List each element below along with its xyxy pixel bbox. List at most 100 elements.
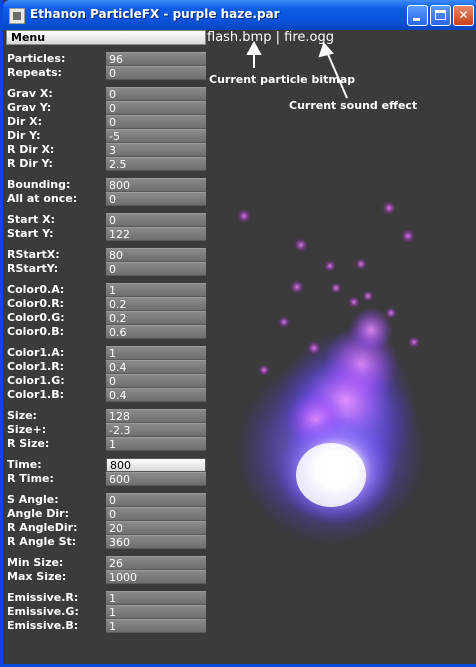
param-label: Min Size:: [7, 556, 64, 569]
param-value-field[interactable]: 80: [106, 248, 206, 262]
param-value-field[interactable]: 600: [106, 472, 206, 486]
app-window: Ethanon ParticleFX - purple haze.par ✕ f…: [0, 0, 476, 667]
close-button[interactable]: ✕: [453, 5, 474, 26]
param-value-field[interactable]: 0.2: [106, 297, 206, 311]
param-value-field[interactable]: 800: [106, 458, 206, 472]
param-value-field[interactable]: 1000: [106, 570, 206, 584]
param-row: All at once: 0: [6, 192, 206, 206]
param-label: Color0.G:: [7, 311, 65, 324]
param-value-field[interactable]: 1: [106, 605, 206, 619]
param-value-field[interactable]: 0: [106, 213, 206, 227]
param-label: Emissive.G:: [7, 605, 79, 618]
param-label: Color1.R:: [7, 360, 65, 373]
param-label: R Angle St:: [7, 535, 77, 548]
param-label: Color1.A:: [7, 346, 65, 359]
param-value-field[interactable]: 0: [106, 87, 206, 101]
param-value-field[interactable]: 1: [106, 591, 206, 605]
param-row: Start X: 0: [6, 213, 206, 227]
param-row: Emissive.B: 1: [6, 619, 206, 633]
param-label: Emissive.R:: [7, 591, 79, 604]
param-value-field[interactable]: 20: [106, 521, 206, 535]
param-label: Start X:: [7, 213, 55, 226]
param-row: R Size: 1: [6, 437, 206, 451]
param-value-field[interactable]: 1: [106, 346, 206, 360]
param-row: Color1.R: 0.4: [6, 360, 206, 374]
param-label: Size:: [7, 409, 37, 422]
client-area: flash.bmp | fire.ogg Current particle bi…: [6, 30, 476, 664]
param-value-field[interactable]: 3: [106, 143, 206, 157]
sound-annotation: Current sound effect: [289, 99, 418, 112]
param-row: Size: 128: [6, 409, 206, 423]
param-label: Size+:: [7, 423, 47, 436]
param-label: Bounding:: [7, 178, 71, 191]
param-row: Emissive.R: 1: [6, 591, 206, 605]
param-row: R Dir Y: 2.5: [6, 157, 206, 171]
param-value-field[interactable]: 0: [106, 101, 206, 115]
param-label: RStartX:: [7, 248, 60, 261]
window-title: Ethanon ParticleFX - purple haze.par: [30, 7, 280, 21]
sound-arrow-head: [318, 42, 334, 58]
param-value-field[interactable]: 0: [106, 262, 206, 276]
param-label: Angle Dir:: [7, 507, 70, 520]
param-row: Particles: 96: [6, 52, 206, 66]
maximize-icon: [435, 10, 446, 20]
param-row: R Time: 600: [6, 472, 206, 486]
param-value-field[interactable]: 122: [106, 227, 206, 241]
param-label: Max Size:: [7, 570, 67, 583]
param-label: Dir Y:: [7, 129, 41, 142]
param-row: S Angle: 0: [6, 493, 206, 507]
app-icon[interactable]: [9, 8, 25, 24]
param-value-field[interactable]: 0.2: [106, 311, 206, 325]
param-value-field[interactable]: 2.5: [106, 157, 206, 171]
param-value-field[interactable]: 800: [106, 178, 206, 192]
param-value-field[interactable]: 26: [106, 556, 206, 570]
param-value-field[interactable]: 128: [106, 409, 206, 423]
title-bar[interactable]: Ethanon ParticleFX - purple haze.par ✕: [3, 0, 476, 30]
param-value-field[interactable]: 0: [106, 374, 206, 388]
param-value-field[interactable]: 96: [106, 52, 206, 66]
param-row: Time: 800: [6, 458, 206, 472]
maximize-button[interactable]: [430, 5, 451, 26]
param-value-field[interactable]: 0: [106, 493, 206, 507]
param-value-field[interactable]: 0: [106, 115, 206, 129]
minimize-icon: [413, 18, 420, 21]
param-value-field[interactable]: -5: [106, 129, 206, 143]
param-row: Max Size: 1000: [6, 570, 206, 584]
param-label: R Dir X:: [7, 143, 55, 156]
param-value-field[interactable]: 0.4: [106, 360, 206, 374]
param-value-field[interactable]: 0: [106, 507, 206, 521]
param-row: Min Size: 26: [6, 556, 206, 570]
param-value-field[interactable]: 0.6: [106, 325, 206, 339]
param-value-field[interactable]: -2.3: [106, 423, 206, 437]
param-row: Color1.B: 0.4: [6, 388, 206, 402]
param-value-field[interactable]: 0: [106, 66, 206, 80]
param-row: Size+: -2.3: [6, 423, 206, 437]
menu-button[interactable]: Menu: [6, 30, 206, 45]
param-label: Grav Y:: [7, 101, 52, 114]
param-label: S Angle:: [7, 493, 59, 506]
param-label: Repeats:: [7, 66, 62, 79]
param-value-field[interactable]: 1: [106, 437, 206, 451]
minimize-button[interactable]: [407, 5, 428, 26]
param-value-field[interactable]: 0: [106, 192, 206, 206]
param-row: Emissive.G: 1: [6, 605, 206, 619]
param-row: Start Y: 122: [6, 227, 206, 241]
param-row: R Angle St: 360: [6, 535, 206, 549]
param-row: Color1.A: 1: [6, 346, 206, 360]
param-label: Color1.G:: [7, 374, 65, 387]
param-label: Particles:: [7, 52, 66, 65]
param-value-field[interactable]: 1: [106, 283, 206, 297]
param-value-field[interactable]: 1: [106, 619, 206, 633]
param-row: Color0.B: 0.6: [6, 325, 206, 339]
param-row: Color1.G: 0: [6, 374, 206, 388]
param-row: RStartY: 0: [6, 262, 206, 276]
param-label: Start Y:: [7, 227, 54, 240]
param-label: R Size:: [7, 437, 50, 450]
param-row: Dir Y: -5: [6, 129, 206, 143]
param-label: R Time:: [7, 472, 54, 485]
param-value-field[interactable]: 360: [106, 535, 206, 549]
param-row: R Dir X: 3: [6, 143, 206, 157]
param-row: Color0.R: 0.2: [6, 297, 206, 311]
param-label: Dir X:: [7, 115, 43, 128]
param-value-field[interactable]: 0.4: [106, 388, 206, 402]
